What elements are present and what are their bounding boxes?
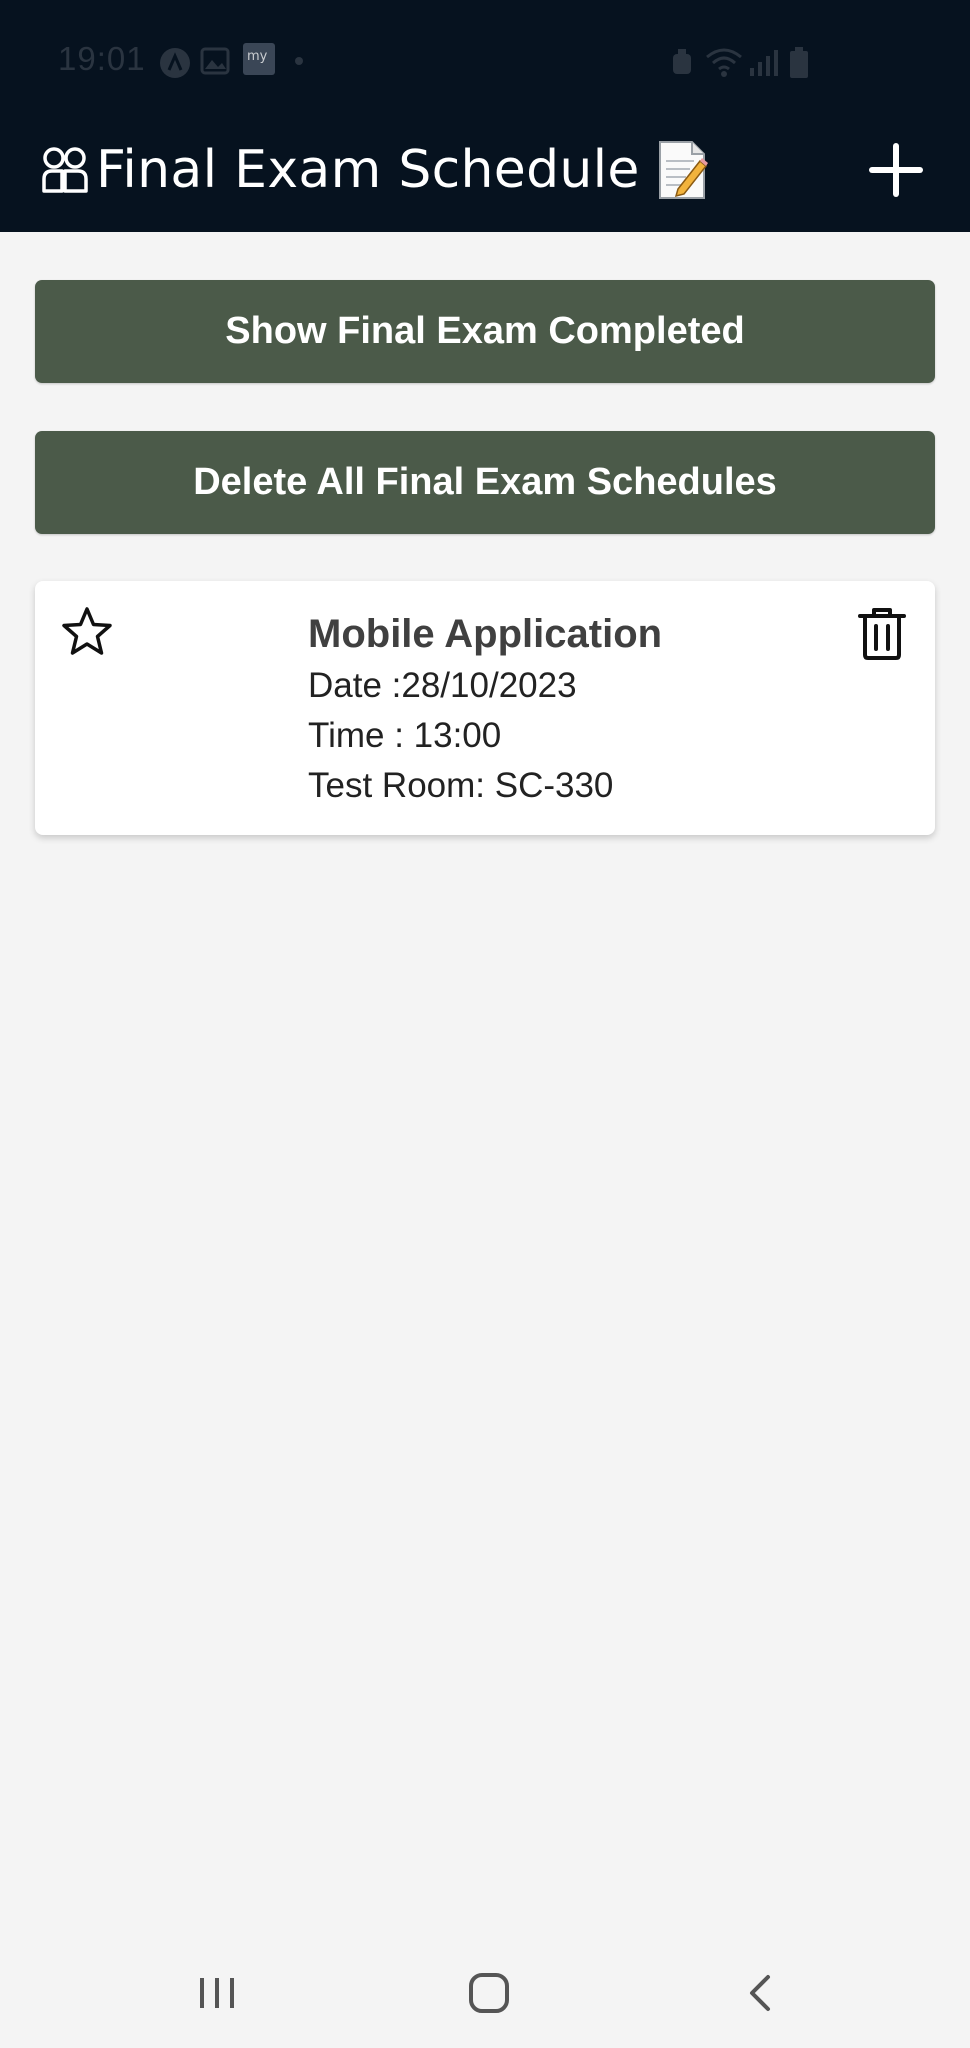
show-completed-button[interactable]: Show Final Exam Completed bbox=[35, 280, 935, 383]
exam-details: Mobile Application Date :28/10/2023 Time… bbox=[308, 609, 662, 811]
toolbar-title: Final Exam Schedule bbox=[40, 130, 710, 210]
battery-icon bbox=[790, 47, 808, 78]
system-nav-bar bbox=[0, 1940, 970, 2048]
app-icon bbox=[160, 48, 190, 78]
exam-date: Date :28/10/2023 bbox=[308, 666, 577, 705]
exam-room: Test Room: SC-330 bbox=[308, 766, 614, 805]
alarm-icon bbox=[673, 49, 691, 74]
exam-time: Time : 13:00 bbox=[308, 716, 502, 755]
add-icon[interactable] bbox=[864, 138, 928, 202]
page-title: Final Exam Schedule bbox=[96, 140, 640, 200]
recent-apps-icon[interactable] bbox=[196, 1974, 238, 2012]
app-bar: 19:01 my Final Exam Schedule bbox=[0, 0, 970, 232]
status-time: 19:01 bbox=[58, 40, 146, 77]
delete-all-button[interactable]: Delete All Final Exam Schedules bbox=[35, 431, 935, 534]
memo-icon bbox=[658, 141, 708, 199]
back-icon[interactable] bbox=[744, 1972, 776, 2014]
home-icon[interactable] bbox=[466, 1970, 512, 2016]
dot-icon bbox=[295, 57, 303, 65]
exam-card[interactable]: Mobile Application Date :28/10/2023 Time… bbox=[35, 581, 935, 835]
group-icon bbox=[42, 147, 88, 193]
myais-app-icon: my bbox=[243, 43, 275, 75]
image-icon bbox=[200, 47, 230, 75]
star-icon[interactable] bbox=[59, 605, 115, 661]
exam-subject: Mobile Application bbox=[308, 612, 663, 656]
status-bar: 19:01 my bbox=[0, 36, 970, 86]
svg-text:my: my bbox=[247, 49, 268, 64]
signal-icon bbox=[750, 50, 778, 76]
trash-icon[interactable] bbox=[856, 605, 908, 661]
wifi-icon bbox=[706, 48, 742, 77]
